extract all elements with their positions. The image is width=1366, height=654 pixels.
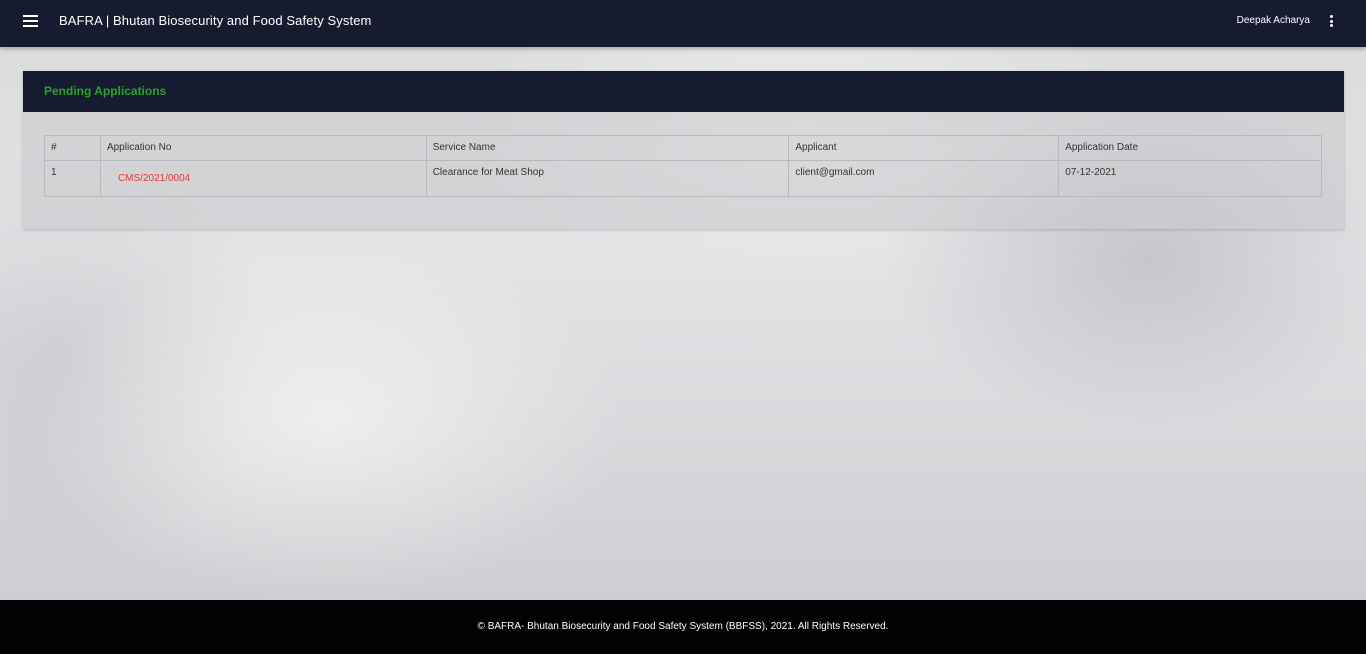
applications-table: # Application No Service Name Applicant … bbox=[44, 135, 1322, 197]
column-header-application-date: Application Date bbox=[1058, 135, 1322, 161]
column-header-service-name: Service Name bbox=[425, 135, 790, 161]
column-header-index: # bbox=[44, 135, 101, 161]
card-title: Pending Applications bbox=[44, 84, 167, 98]
application-no-link[interactable]: CMS/2021/0004 bbox=[118, 173, 190, 184]
column-header-applicant: Applicant bbox=[788, 135, 1060, 161]
table-row: 1 CMS/2021/0004 Clearance for Meat Shop … bbox=[44, 160, 1322, 197]
footer: © BAFRA- Bhutan Biosecurity and Food Saf… bbox=[0, 600, 1366, 654]
application-no-cell: CMS/2021/0004 bbox=[99, 160, 427, 197]
row-index: 1 bbox=[44, 160, 101, 197]
user-name[interactable]: Deepak Acharya bbox=[1237, 15, 1310, 26]
top-navbar: BAFRA | Bhutan Biosecurity and Food Safe… bbox=[0, 0, 1366, 47]
applicant-cell: client@gmail.com bbox=[788, 160, 1060, 197]
app-title: BAFRA | Bhutan Biosecurity and Food Safe… bbox=[59, 13, 372, 28]
footer-copyright: © BAFRA- Bhutan Biosecurity and Food Saf… bbox=[477, 621, 889, 632]
application-date-cell: 07-12-2021 bbox=[1058, 160, 1322, 197]
card-header: Pending Applications bbox=[23, 71, 1344, 112]
column-header-application-no: Application No bbox=[99, 135, 427, 161]
table-header-row: # Application No Service Name Applicant … bbox=[44, 135, 1322, 161]
vertical-dots-icon[interactable] bbox=[1330, 15, 1334, 27]
service-name-cell: Clearance for Meat Shop bbox=[425, 160, 790, 197]
hamburger-menu-icon[interactable] bbox=[23, 15, 38, 27]
pending-applications-card: Pending Applications # Application No Se… bbox=[23, 71, 1344, 229]
